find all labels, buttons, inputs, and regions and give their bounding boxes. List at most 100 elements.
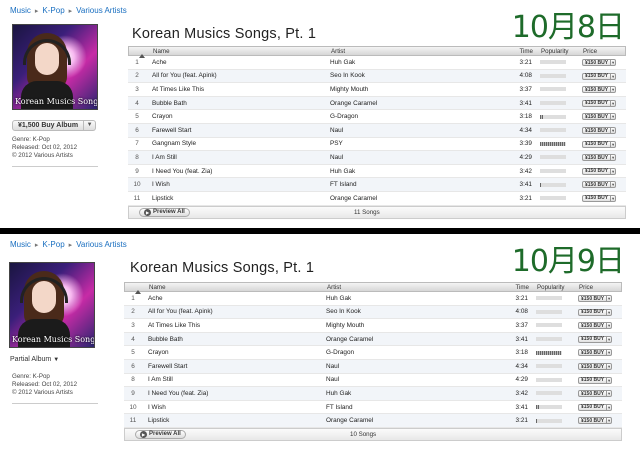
track-name[interactable]: Bubble Bath — [142, 336, 326, 343]
track-artist[interactable]: Seo In Kook — [330, 72, 504, 79]
column-name[interactable]: Name — [147, 48, 331, 55]
preview-all-label[interactable]: Preview All — [153, 209, 185, 215]
table-row[interactable]: 6 Farewell Start Naul 4:34 ¥150 BUY ▼ — [124, 359, 622, 374]
table-row[interactable]: 2 All for You (feat. Apink) Seo In Kook 4:0… — [124, 305, 622, 320]
chevron-down-icon[interactable]: ▼ — [610, 87, 615, 93]
track-artist[interactable]: Huh Gak — [330, 59, 504, 66]
chevron-down-icon[interactable]: ▼ — [53, 357, 59, 363]
track-name[interactable]: Crayon — [146, 113, 330, 120]
price-label[interactable]: ¥150 BUY — [579, 418, 606, 424]
column-artist[interactable]: Artist — [331, 48, 505, 55]
play-icon[interactable]: ▶ — [144, 208, 151, 216]
track-artist[interactable]: Seo In Kook — [326, 308, 500, 315]
buy-track-button[interactable]: ¥150 BUY ▼ — [578, 349, 613, 357]
track-artist[interactable]: G-Dragon — [326, 349, 500, 356]
track-name[interactable]: I Need You (feat. Zia) — [142, 390, 326, 397]
buy-album-button[interactable]: ¥1,500 Buy Album ▼ — [12, 120, 97, 131]
buy-track-button[interactable]: ¥150 BUY ▼ — [582, 167, 617, 175]
track-name[interactable]: Farewell Start — [146, 127, 330, 134]
price-label[interactable]: ¥150 BUY — [583, 195, 610, 201]
track-name[interactable]: I Am Still — [142, 376, 326, 383]
column-name[interactable]: Name — [143, 284, 327, 291]
price-label[interactable]: ¥150 BUY — [583, 141, 610, 147]
table-row[interactable]: 7 Gangnam Style PSY 3:39 ¥150 BUY ▼ — [128, 138, 626, 152]
buy-track-button[interactable]: ¥150 BUY ▼ — [582, 59, 617, 67]
buy-track-button[interactable]: ¥150 BUY ▼ — [582, 99, 617, 107]
table-row[interactable]: 11 Lipstick Orange Caramel 3:21 ¥150 BUY ▼ — [128, 192, 626, 206]
price-label[interactable]: ¥150 BUY — [579, 404, 606, 410]
track-name[interactable]: Crayon — [142, 349, 326, 356]
price-label[interactable]: ¥150 BUY — [579, 336, 606, 342]
track-artist[interactable]: FT Island — [326, 404, 500, 411]
track-artist[interactable]: Orange Caramel — [330, 100, 504, 107]
track-name[interactable]: I Wish — [142, 404, 326, 411]
track-artist[interactable]: FT Island — [330, 181, 504, 188]
partial-album-dropdown[interactable]: Partial Album ▼ — [10, 356, 59, 363]
track-artist[interactable]: Huh Gak — [330, 168, 504, 175]
chevron-down-icon[interactable]: ▼ — [610, 114, 615, 120]
track-name[interactable]: I Need You (feat. Zia) — [146, 168, 330, 175]
buy-track-button[interactable]: ¥150 BUY ▼ — [578, 322, 613, 330]
table-row[interactable]: 9 I Need You (feat. Zia) Huh Gak 3:42 ¥150 B… — [128, 165, 626, 179]
column-artist[interactable]: Artist — [327, 284, 501, 291]
price-label[interactable]: ¥150 BUY — [583, 73, 610, 79]
play-icon[interactable]: ▶ — [140, 430, 147, 438]
table-row[interactable]: 9 I Need You (feat. Zia) Huh Gak 3:42 ¥150 B… — [124, 387, 622, 401]
buy-track-button[interactable]: ¥150 BUY ▼ — [582, 194, 617, 202]
track-artist[interactable]: Mighty Mouth — [326, 322, 500, 329]
track-artist[interactable]: Huh Gak — [326, 390, 500, 397]
chevron-down-icon[interactable]: ▼ — [610, 195, 615, 201]
track-name[interactable]: I Am Still — [146, 154, 330, 161]
price-label[interactable]: ¥150 BUY — [579, 323, 606, 329]
column-price[interactable]: Price — [575, 284, 621, 291]
chevron-down-icon[interactable]: ▼ — [606, 350, 611, 356]
buy-track-button[interactable]: ¥150 BUY ▼ — [578, 363, 613, 371]
buy-track-button[interactable]: ¥150 BUY ▼ — [578, 335, 613, 343]
price-label[interactable]: ¥150 BUY — [583, 168, 610, 174]
table-row[interactable]: 4 Bubble Bath Orange Caramel 3:41 ¥150 BUY ▼ — [124, 332, 622, 347]
track-artist[interactable]: Naul — [326, 363, 500, 370]
chevron-down-icon[interactable]: ▼ — [606, 404, 611, 410]
buy-track-button[interactable]: ¥150 BUY ▼ — [582, 140, 617, 148]
breadcrumb-link[interactable]: Music — [10, 240, 31, 249]
chevron-down-icon[interactable]: ▼ — [610, 182, 615, 188]
chevron-down-icon[interactable]: ▼ — [610, 128, 615, 134]
column-price[interactable]: Price — [579, 48, 625, 55]
table-row[interactable]: 6 Farewell Start Naul 4:34 ¥150 BUY ▼ — [128, 123, 626, 138]
buy-track-button[interactable]: ¥150 BUY ▼ — [582, 181, 617, 189]
price-label[interactable]: ¥150 BUY — [579, 350, 606, 356]
chevron-down-icon[interactable]: ▼ — [606, 391, 611, 397]
price-label[interactable]: ¥150 BUY — [583, 128, 610, 134]
track-name[interactable]: At Times Like This — [146, 86, 330, 93]
buy-track-button[interactable]: ¥150 BUY ▼ — [582, 127, 617, 135]
table-row[interactable]: 10 I Wish FT Island 3:41 ¥150 BUY ▼ — [124, 401, 622, 415]
table-row[interactable]: 3 At Times Like This Mighty Mouth 3:37 ¥150 … — [124, 319, 622, 333]
price-label[interactable]: ¥150 BUY — [579, 391, 606, 397]
chevron-down-icon[interactable]: ▼ — [606, 336, 611, 342]
table-row[interactable]: 4 Bubble Bath Orange Caramel 3:41 ¥150 BUY ▼ — [128, 96, 626, 111]
buy-album-label[interactable]: ¥1,500 Buy Album — [12, 120, 85, 131]
track-name[interactable]: Ache — [142, 295, 326, 302]
chevron-down-icon[interactable]: ▼ — [610, 73, 615, 79]
buy-track-button[interactable]: ¥150 BUY ▼ — [578, 390, 613, 398]
preview-all-button[interactable]: ▶ Preview All — [139, 207, 190, 217]
preview-all-label[interactable]: Preview All — [149, 431, 181, 437]
track-name[interactable]: Bubble Bath — [146, 100, 330, 107]
chevron-down-icon[interactable]: ▼ — [610, 168, 615, 174]
buy-track-button[interactable]: ¥150 BUY ▼ — [578, 376, 613, 384]
breadcrumb-link[interactable]: K-Pop — [42, 240, 64, 249]
table-row[interactable]: 3 At Times Like This Mighty Mouth 3:37 ¥150 … — [128, 83, 626, 97]
track-name[interactable]: Gangnam Style — [146, 140, 330, 147]
price-label[interactable]: ¥150 BUY — [583, 155, 610, 161]
price-label[interactable]: ¥150 BUY — [579, 296, 606, 302]
track-name[interactable]: All for You (feat. Apink) — [142, 308, 326, 315]
chevron-down-icon[interactable]: ▼ — [606, 377, 611, 383]
breadcrumb-link[interactable]: K-Pop — [42, 6, 64, 15]
buy-track-button[interactable]: ¥150 BUY ▼ — [582, 72, 617, 80]
chevron-down-icon[interactable]: ▼ — [610, 60, 615, 66]
table-row[interactable]: 8 I Am Still Naul 4:29 ¥150 BUY ▼ — [128, 151, 626, 165]
track-name[interactable]: Farewell Start — [142, 363, 326, 370]
table-row[interactable]: 1 Ache Huh Gak 3:21 ¥150 BUY ▼ — [128, 56, 626, 70]
table-row[interactable]: 5 Crayon G-Dragon 3:18 ¥150 BUY ▼ — [124, 346, 622, 360]
price-label[interactable]: ¥150 BUY — [583, 87, 610, 93]
